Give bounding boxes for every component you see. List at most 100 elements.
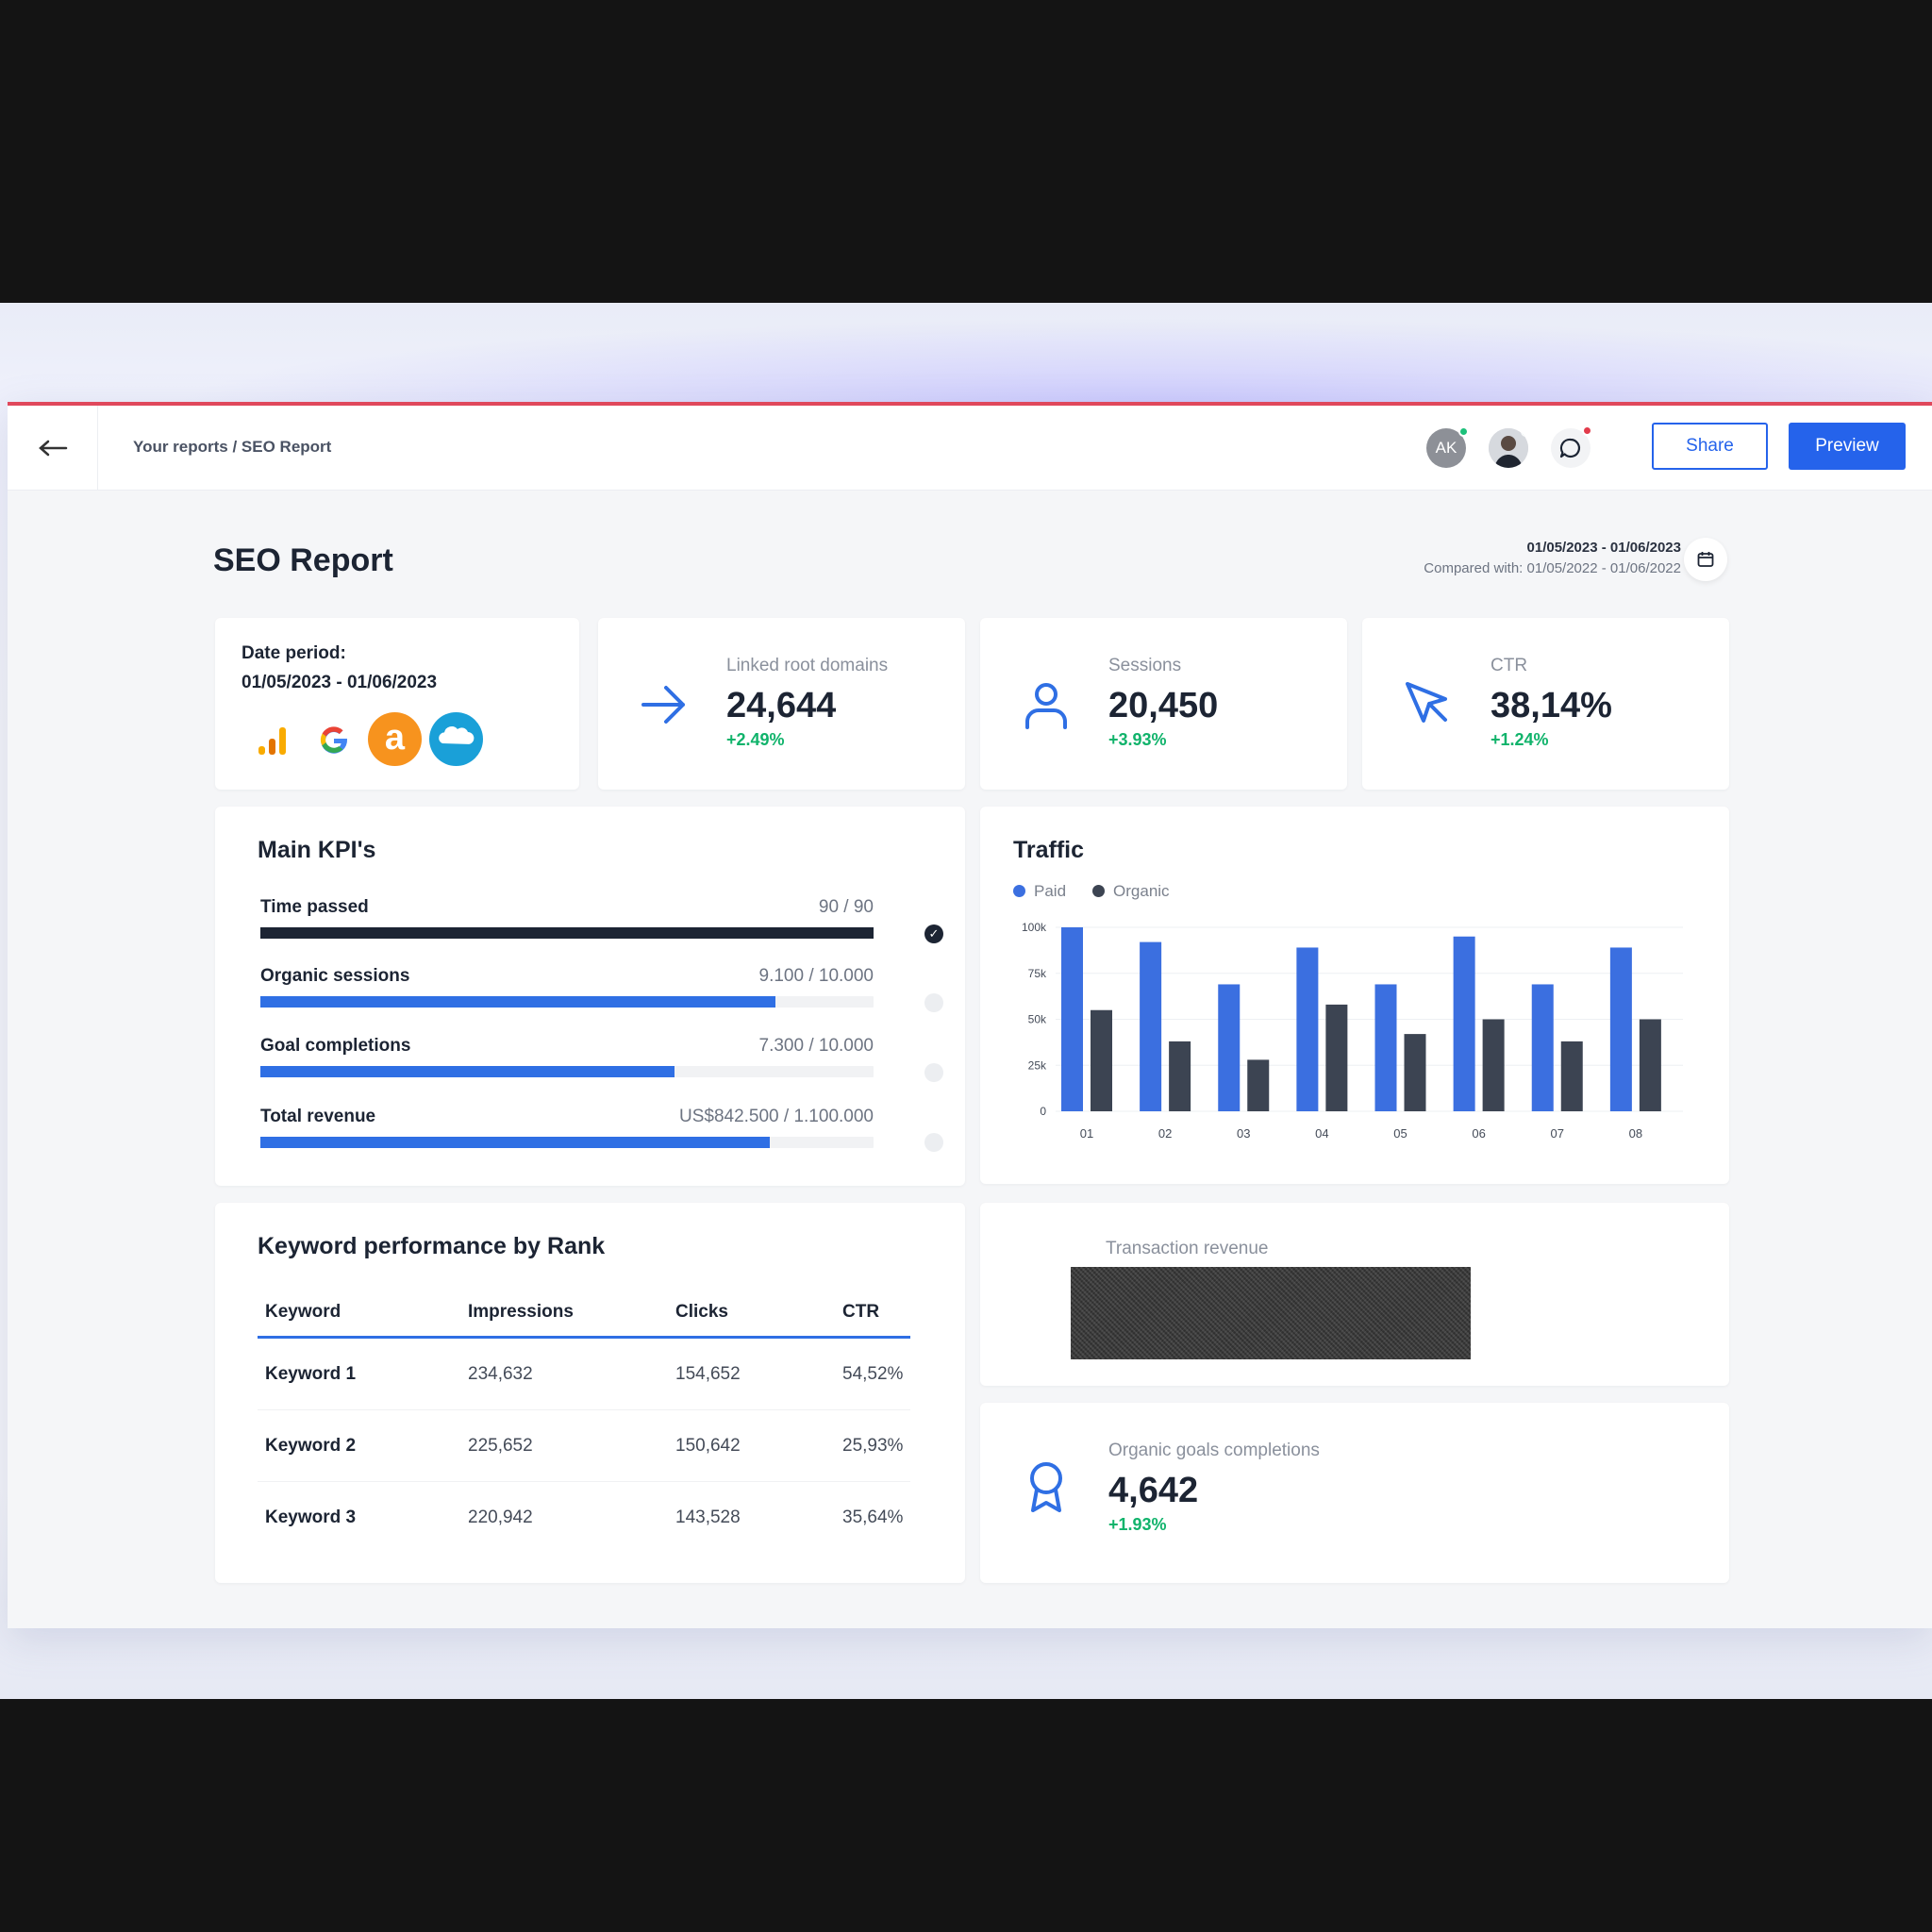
data-sources: a xyxy=(245,712,483,766)
stat-value: 20,450 xyxy=(1108,686,1219,725)
kpi-name: Total revenue xyxy=(260,1107,376,1126)
stat-delta: +3.93% xyxy=(1108,730,1167,749)
bar-paid xyxy=(1531,984,1554,1111)
arrow-right-icon xyxy=(641,686,685,724)
progress-fill xyxy=(260,1066,675,1077)
screen: Your reports / SEO Report AK Share Previ… xyxy=(0,303,1932,1699)
calendar-button[interactable] xyxy=(1684,538,1727,581)
kpi-value: US$842.500 / 1.100.000 xyxy=(678,1107,874,1126)
table-row[interactable]: Keyword 3 220,942 143,528 35,64% xyxy=(258,1482,910,1554)
avatar[interactable]: AK xyxy=(1426,426,1469,468)
stat-value: 24,644 xyxy=(726,686,837,725)
share-button[interactable]: Share xyxy=(1652,423,1768,470)
bar-organic xyxy=(1091,1009,1112,1111)
stat-delta: +1.93% xyxy=(1108,1515,1167,1534)
transaction-revenue-card: Transaction revenue xyxy=(980,1203,1729,1386)
bar-paid xyxy=(1609,947,1632,1111)
stat-card-ctr: CTR 38,14% +1.24% xyxy=(1362,618,1729,790)
cell-impressions: 220,942 xyxy=(468,1507,533,1527)
stat-card-linked-root-domains: Linked root domains 24,644 +2.49% xyxy=(598,618,965,790)
stat-delta: +2.49% xyxy=(726,730,785,749)
comments-button[interactable] xyxy=(1551,425,1592,468)
column-header-ctr[interactable]: CTR xyxy=(842,1291,879,1333)
breadcrumb[interactable]: Your reports / SEO Report xyxy=(133,438,331,457)
main-kpis-card: Main KPI's Time passed 90 / 90 ✓ Organic… xyxy=(215,807,965,1186)
cell-impressions: 234,632 xyxy=(468,1364,533,1384)
stat-label: CTR xyxy=(1491,656,1528,675)
progress-track xyxy=(260,1066,874,1077)
chat-bubble-icon xyxy=(1559,438,1581,458)
notification-dot xyxy=(1582,425,1592,436)
column-header-keyword[interactable]: Keyword xyxy=(265,1291,341,1333)
traffic-card: Traffic Paid Organic 0 25k 50k 75k 100k 01 02 0… xyxy=(980,807,1729,1184)
svg-text:a: a xyxy=(385,718,406,758)
calendar-icon xyxy=(1697,552,1714,567)
top-bar: Your reports / SEO Report AK Share Previ… xyxy=(8,406,1932,491)
x-tick-label: 08 xyxy=(1629,1126,1642,1141)
redacted-area xyxy=(1071,1267,1471,1359)
column-header-clicks[interactable]: Clicks xyxy=(675,1291,728,1333)
cell-impressions: 225,652 xyxy=(468,1436,533,1456)
stat-label: Linked root domains xyxy=(726,656,889,675)
x-tick-label: 07 xyxy=(1551,1126,1564,1141)
card-title: Keyword performance by Rank xyxy=(258,1233,606,1259)
cursor-icon xyxy=(1406,682,1447,723)
google-icon[interactable] xyxy=(307,712,360,766)
transaction-revenue-label: Transaction revenue xyxy=(1106,1239,1269,1258)
bar-paid xyxy=(1453,936,1475,1111)
cell-ctr: 35,64% xyxy=(842,1507,904,1527)
preview-button[interactable]: Preview xyxy=(1789,423,1906,470)
column-header-impressions[interactable]: Impressions xyxy=(468,1291,574,1333)
x-tick-label: 03 xyxy=(1237,1126,1250,1141)
avatar-photo[interactable] xyxy=(1489,428,1528,468)
bar-organic xyxy=(1169,1041,1191,1111)
progress-fill xyxy=(260,1137,770,1148)
user-icon xyxy=(1025,683,1067,729)
table-row[interactable]: Keyword 1 234,632 154,652 54,52% xyxy=(258,1339,910,1410)
stat-value: 4,642 xyxy=(1108,1471,1199,1510)
bar-paid xyxy=(1140,941,1162,1111)
status-dot xyxy=(924,1063,943,1082)
bar-paid xyxy=(1061,927,1083,1111)
kpi-name: Time passed xyxy=(260,897,369,917)
y-tick-label: 25k xyxy=(1028,1058,1047,1072)
stat-label: Sessions xyxy=(1108,656,1182,675)
stat-text: Organic goals completions 4,642 +1.93% xyxy=(1108,1441,1320,1535)
background-glow xyxy=(0,303,1932,407)
date-range: 01/05/2023 - 01/06/2023 Compared with: 0… xyxy=(1424,540,1681,576)
progress-track xyxy=(260,1137,874,1148)
table-header: Keyword Impressions Clicks CTR xyxy=(258,1297,910,1339)
cell-clicks: 150,642 xyxy=(675,1436,741,1456)
online-dot xyxy=(1458,426,1469,437)
kpi-value: 7.300 / 10.000 xyxy=(758,1036,874,1056)
bar-paid xyxy=(1218,984,1241,1111)
bar-organic xyxy=(1404,1034,1426,1111)
date-period-card: Date period: 01/05/2023 - 01/06/2023 a xyxy=(215,618,579,790)
status-dot xyxy=(924,993,943,1012)
stat-value: 38,14% xyxy=(1491,686,1612,725)
bar-organic xyxy=(1482,1019,1505,1111)
cell-keyword: Keyword 2 xyxy=(265,1436,357,1456)
google-analytics-icon[interactable] xyxy=(245,712,299,766)
progress-track xyxy=(260,996,874,1008)
organic-goals-card: Organic goals completions 4,642 +1.93% xyxy=(980,1403,1729,1583)
progress-track xyxy=(260,927,874,939)
kpi-value: 90 / 90 xyxy=(818,897,874,917)
amazon-icon[interactable]: a xyxy=(368,712,422,766)
avatar-initials: AK xyxy=(1435,439,1457,457)
bar-paid xyxy=(1374,984,1397,1111)
back-button[interactable] xyxy=(8,406,98,491)
x-tick-label: 04 xyxy=(1315,1126,1328,1141)
kpi-name: Organic sessions xyxy=(260,966,410,986)
date-range-compare: Compared with: 01/05/2022 - 01/06/2022 xyxy=(1424,560,1681,576)
bar-organic xyxy=(1247,1059,1270,1111)
award-icon xyxy=(1030,1462,1062,1512)
card-title: Main KPI's xyxy=(258,837,376,863)
stat-card-sessions: Sessions 20,450 +3.93% xyxy=(980,618,1347,790)
y-tick-label: 75k xyxy=(1028,967,1047,980)
salesforce-icon[interactable] xyxy=(429,712,483,766)
x-tick-label: 06 xyxy=(1472,1126,1485,1141)
cell-ctr: 54,52% xyxy=(842,1364,904,1384)
bar-paid xyxy=(1296,947,1319,1111)
table-row[interactable]: Keyword 2 225,652 150,642 25,93% xyxy=(258,1410,910,1482)
